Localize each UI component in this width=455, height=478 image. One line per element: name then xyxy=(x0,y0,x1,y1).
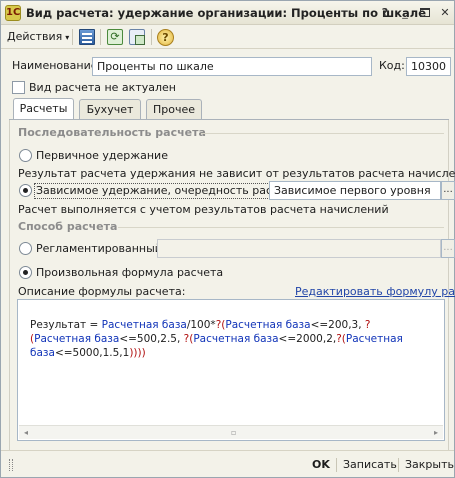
help-icon[interactable]: ? xyxy=(157,29,174,46)
primary-deduction-note: Результат расчета удержания не зависит о… xyxy=(18,167,455,180)
window-title: Вид расчета: удержание организации: Проц… xyxy=(26,6,427,20)
refresh-icon[interactable]: ⟳ xyxy=(107,29,123,45)
dependency-select-button[interactable]: ... xyxy=(441,181,455,200)
footer-separator xyxy=(398,458,399,472)
formula-token: ?( xyxy=(336,333,346,345)
tab-label: Прочее xyxy=(152,103,196,116)
formula-token: Результат = xyxy=(30,319,102,331)
footer-separator xyxy=(336,458,337,472)
toolbar-divider xyxy=(72,29,73,45)
copy-icon[interactable] xyxy=(129,29,145,45)
scroll-right-icon[interactable]: ▸ xyxy=(429,426,443,439)
toolbar: Действия ▾ ⟳ ? xyxy=(1,25,454,49)
footer-divider xyxy=(1,450,454,451)
toolbar-divider xyxy=(151,29,152,45)
formula-token: ?( xyxy=(183,333,194,345)
formula-token: <=2000,2, xyxy=(278,333,337,345)
method-section-title: Способ расчета xyxy=(18,220,118,233)
help-icon[interactable]: ? xyxy=(377,5,393,21)
horizontal-scrollbar[interactable]: ◂ ▫ ▸ xyxy=(19,425,443,439)
regulated-select-button[interactable]: ... xyxy=(441,239,455,258)
primary-deduction-radio[interactable] xyxy=(19,149,32,162)
maximize-icon[interactable] xyxy=(417,5,433,21)
toolbar-divider xyxy=(100,29,101,45)
scroll-thumb[interactable]: ▫ xyxy=(231,429,237,437)
edit-formula-link[interactable]: Редактировать формулу расчета xyxy=(295,285,455,298)
ok-button[interactable]: OK xyxy=(312,457,330,473)
regulated-radio[interactable] xyxy=(19,242,32,255)
dependent-deduction-note: Расчет выполняется с учетом результатов … xyxy=(18,203,389,216)
resize-grip-icon[interactable] xyxy=(6,458,16,472)
tab-other[interactable]: Прочее xyxy=(146,99,202,120)
tab-calculations[interactable]: Расчеты xyxy=(13,98,74,120)
close-icon[interactable]: ✕ xyxy=(437,5,453,21)
close-button[interactable]: Закрыть xyxy=(405,457,454,473)
document-list-icon[interactable] xyxy=(79,29,95,45)
sequence-section-title: Последовательность расчета xyxy=(18,126,206,139)
tab-accounting[interactable]: Бухучет xyxy=(79,99,141,120)
app-logo-icon: 1С xyxy=(5,5,21,21)
formula-token: Расчетная база xyxy=(193,333,279,345)
minimize-icon[interactable]: _ xyxy=(397,5,413,21)
formula-token: /100* xyxy=(186,319,216,331)
code-label: Код: xyxy=(379,59,405,72)
formula-text: Результат = Расчетная база/100*?(Расчетн… xyxy=(30,318,426,360)
formula-token: Расчетная база xyxy=(101,319,187,331)
title-bar[interactable]: 1С Вид расчета: удержание организации: П… xyxy=(1,1,454,25)
formula-text-area[interactable]: Результат = Расчетная база/100*?(Расчетн… xyxy=(17,299,445,441)
actions-menu-button[interactable]: Действия ▾ xyxy=(7,29,69,45)
formula-token: Расчетная база xyxy=(225,319,311,331)
chevron-down-icon: ▾ xyxy=(65,33,70,42)
regulated-label: Регламентированный: xyxy=(36,242,166,255)
section-divider xyxy=(201,133,444,134)
scroll-left-icon[interactable]: ◂ xyxy=(19,426,33,439)
inactive-label: Вид расчета не актуален xyxy=(29,81,176,94)
name-label: Наименование: xyxy=(12,59,102,72)
formula-token: ?( xyxy=(215,319,226,331)
formula-token: )))) xyxy=(129,347,146,359)
formula-token: Расчетная база xyxy=(34,333,120,345)
tab-label: Расчеты xyxy=(19,102,68,115)
name-field[interactable]: Проценты по шкале xyxy=(92,57,372,76)
arbitrary-formula-label: Произвольная формула расчета xyxy=(36,266,224,279)
dependency-level-field[interactable]: Зависимое первого уровня xyxy=(269,181,441,200)
dialog-window: 1С Вид расчета: удержание организации: П… xyxy=(0,0,455,478)
primary-deduction-label: Первичное удержание xyxy=(36,149,168,162)
inactive-checkbox[interactable] xyxy=(12,81,25,94)
regulated-formula-field[interactable] xyxy=(157,239,441,258)
tab-label: Бухучет xyxy=(86,103,134,116)
dependent-deduction-radio[interactable] xyxy=(19,184,32,197)
formula-token: <=200,3, xyxy=(310,319,365,331)
section-divider xyxy=(118,227,444,228)
formula-token: <=5000,1.5,1 xyxy=(54,347,130,359)
save-button[interactable]: Записать xyxy=(343,457,397,473)
code-field[interactable]: 10300 xyxy=(406,57,451,76)
formula-description-label: Описание формулы расчета: xyxy=(18,285,186,298)
actions-label: Действия xyxy=(7,30,63,43)
formula-token: <=500,2.5, xyxy=(119,333,184,345)
arbitrary-formula-radio[interactable] xyxy=(19,266,32,279)
dependent-deduction-label: Зависимое удержание, очередность расчета… xyxy=(34,183,305,199)
